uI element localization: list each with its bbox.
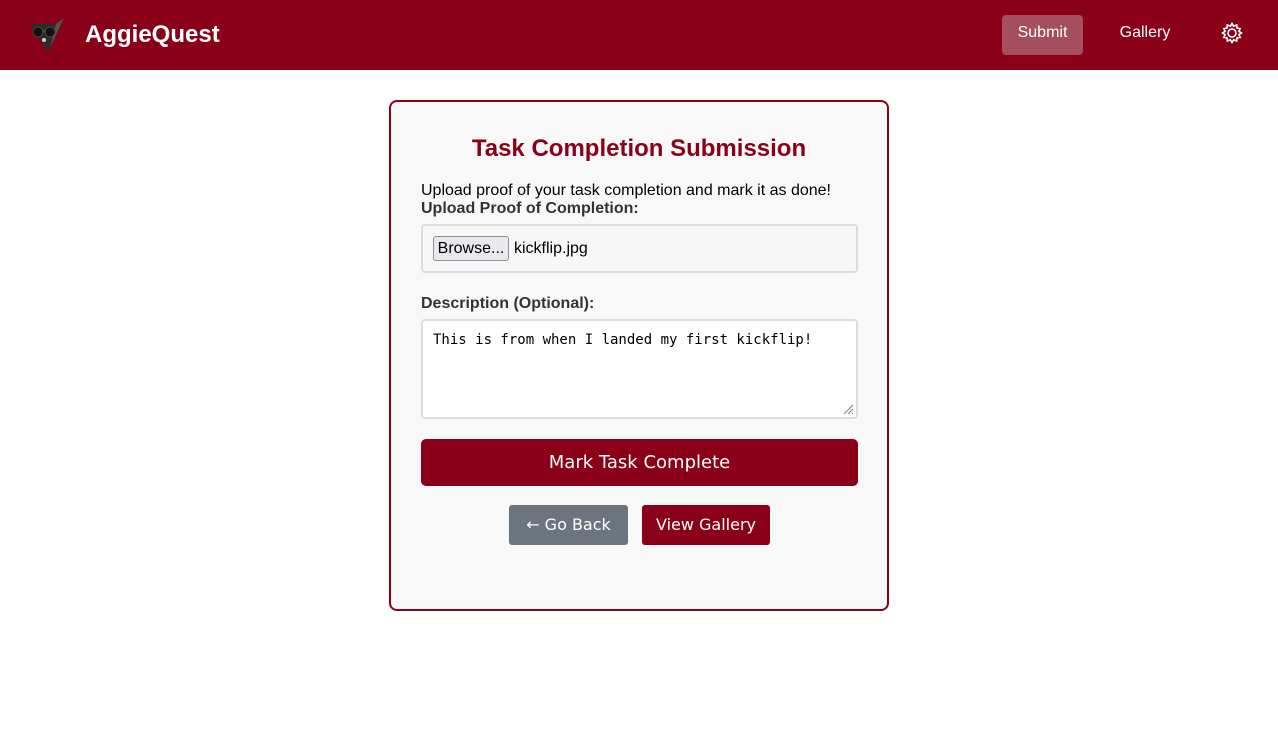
intro-text: Upload proof of your task completion and… [421, 182, 831, 199]
description-textarea[interactable]: This is from when I landed my first kick… [421, 319, 858, 419]
go-back-button[interactable]: ← Go Back [509, 505, 628, 545]
page-title: Task Completion Submission [471, 135, 807, 162]
brand-title[interactable]: AggieQuest [85, 20, 220, 50]
submission-card: Task Completion Submission Upload proof … [389, 100, 889, 611]
nav-gallery-link[interactable]: Gallery [1107, 15, 1183, 51]
mark-complete-button[interactable]: Mark Task Complete [421, 439, 858, 486]
description-label: Description (Optional): [421, 295, 595, 312]
resize-grip-icon[interactable] [842, 403, 854, 415]
file-upload-field[interactable]: Browse... kickflip.jpg [421, 224, 858, 273]
nav-submit-link[interactable]: Submit [1002, 15, 1083, 55]
top-navbar: AggieQuest Submit Gallery [0, 0, 1278, 70]
gear-icon[interactable] [1221, 22, 1243, 44]
upload-label: Upload Proof of Completion: [421, 200, 639, 217]
selected-file-name: kickflip.jpg [514, 240, 588, 257]
view-gallery-button[interactable]: View Gallery [642, 505, 770, 545]
description-text: This is from when I landed my first kick… [433, 332, 813, 348]
browse-button[interactable]: Browse... [433, 236, 509, 261]
aggie-logo-icon[interactable] [26, 14, 68, 56]
